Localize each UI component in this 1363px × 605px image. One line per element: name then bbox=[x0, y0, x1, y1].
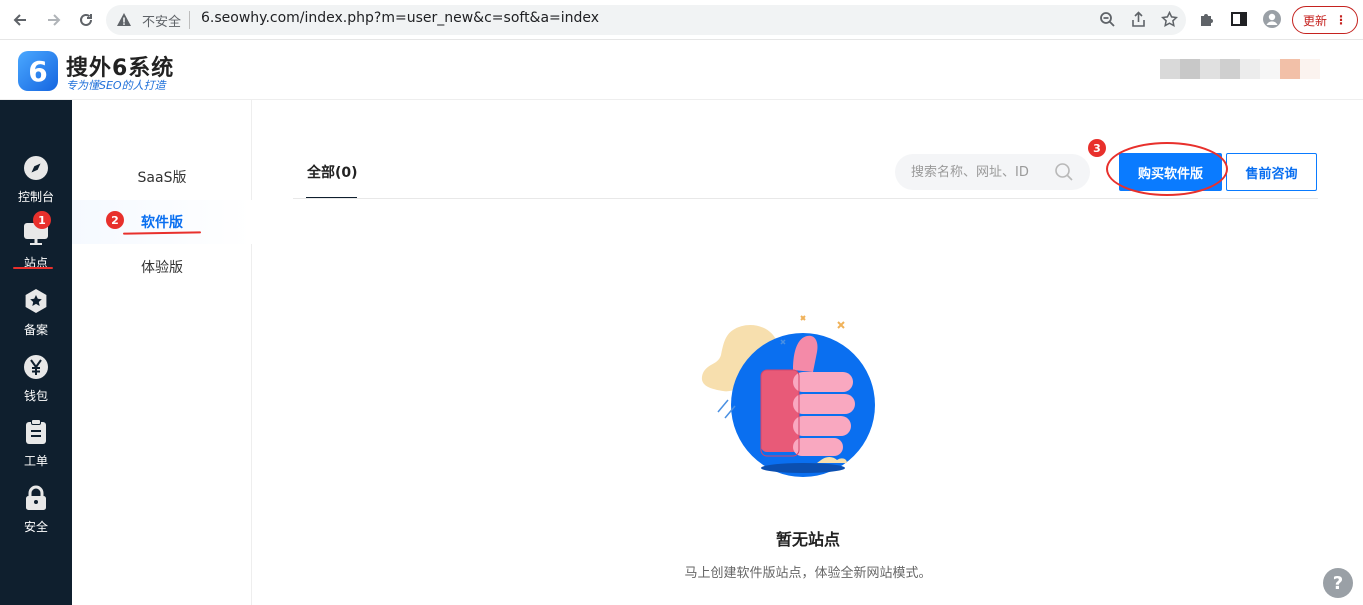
lock-icon bbox=[23, 485, 49, 511]
empty-state-illustration bbox=[693, 310, 883, 484]
annotation-circle-buy bbox=[1106, 142, 1228, 196]
sidebar-label-dashboard: 控制台 bbox=[17, 190, 54, 204]
submenu-item-software[interactable]: 软件版 bbox=[72, 200, 252, 244]
sidebar-label-wallet: 钱包 bbox=[23, 389, 48, 403]
more-vertical-icon: ⋮ bbox=[1335, 13, 1347, 27]
sidebar-label-filing: 备案 bbox=[23, 323, 48, 337]
side-panel-icon[interactable] bbox=[1230, 10, 1248, 32]
sub-menu: SaaS版 软件版 体验版 bbox=[72, 100, 252, 605]
main-sidebar: 控制台 站点 备案 钱包 工单 安全 bbox=[0, 100, 72, 605]
update-label: 更新 bbox=[1303, 13, 1328, 28]
browser-toolbar: 不安全 6.seowhy.com/index.php?m=user_new&c=… bbox=[0, 0, 1363, 40]
sidebar-item-security[interactable]: 安全 bbox=[0, 485, 72, 545]
address-bar[interactable]: 不安全 6.seowhy.com/index.php?m=user_new&c=… bbox=[106, 5, 1186, 35]
annotation-badge-2: 2 bbox=[106, 211, 124, 229]
empty-state-description: 马上创建软件版站点，体验全新网站模式。 bbox=[684, 566, 932, 581]
submenu-item-saas[interactable]: SaaS版 bbox=[72, 155, 252, 199]
tab-all[interactable]: 全部(0) bbox=[307, 162, 358, 182]
annotation-underline-sites bbox=[13, 267, 53, 269]
profile-avatar-icon[interactable] bbox=[1262, 9, 1282, 33]
warning-icon bbox=[116, 12, 132, 32]
star-badge-icon bbox=[23, 288, 49, 314]
submenu-item-trial[interactable]: 体验版 bbox=[72, 245, 252, 289]
reload-icon[interactable] bbox=[74, 8, 98, 32]
logo-mark[interactable]: 6 bbox=[18, 51, 58, 91]
presales-consult-button[interactable]: 售前咨询 bbox=[1226, 153, 1317, 191]
sidebar-item-dashboard[interactable]: 控制台 bbox=[0, 155, 72, 215]
site-search bbox=[895, 154, 1090, 190]
share-icon[interactable] bbox=[1130, 11, 1147, 32]
tabs-divider bbox=[293, 198, 1318, 199]
brand-slogan: 专为懂SEO的人打造 bbox=[66, 79, 166, 92]
submenu-label-software: 软件版 bbox=[141, 215, 183, 231]
sidebar-label-tickets: 工单 bbox=[23, 454, 48, 468]
zoom-icon[interactable] bbox=[1099, 11, 1116, 32]
empty-state-title: 暂无站点 bbox=[775, 530, 840, 549]
sidebar-item-sites[interactable]: 站点 bbox=[0, 221, 72, 281]
forward-arrow-icon[interactable] bbox=[42, 8, 66, 32]
search-icon[interactable] bbox=[1054, 162, 1074, 186]
yen-icon bbox=[23, 354, 49, 380]
url-text[interactable]: 6.seowhy.com/index.php?m=user_new&c=soft… bbox=[201, 10, 599, 26]
help-button[interactable]: ? bbox=[1323, 568, 1353, 598]
sidebar-label-security: 安全 bbox=[23, 520, 48, 534]
submenu-label-saas: SaaS版 bbox=[137, 170, 187, 186]
extensions-puzzle-icon[interactable] bbox=[1198, 10, 1216, 32]
sidebar-item-tickets[interactable]: 工单 bbox=[0, 419, 72, 479]
back-arrow-icon[interactable] bbox=[8, 8, 32, 32]
user-info-blurred[interactable] bbox=[1160, 59, 1320, 79]
submenu-label-trial: 体验版 bbox=[141, 260, 183, 276]
annotation-badge-1: 1 bbox=[33, 211, 51, 229]
sidebar-item-wallet[interactable]: 钱包 bbox=[0, 354, 72, 414]
compass-icon bbox=[23, 155, 49, 181]
clipboard-icon bbox=[23, 419, 49, 445]
annotation-badge-3: 3 bbox=[1088, 139, 1106, 157]
insecure-label: 不安全 bbox=[142, 15, 182, 30]
app-header: 6 搜外6系统 专为懂SEO的人打造 bbox=[0, 40, 1363, 100]
update-button[interactable]: 更新 ⋮ bbox=[1292, 6, 1358, 34]
omnibox-divider bbox=[189, 11, 190, 29]
search-input[interactable] bbox=[911, 162, 1051, 182]
bookmark-star-icon[interactable] bbox=[1160, 10, 1179, 32]
sidebar-item-filing[interactable]: 备案 bbox=[0, 288, 72, 348]
